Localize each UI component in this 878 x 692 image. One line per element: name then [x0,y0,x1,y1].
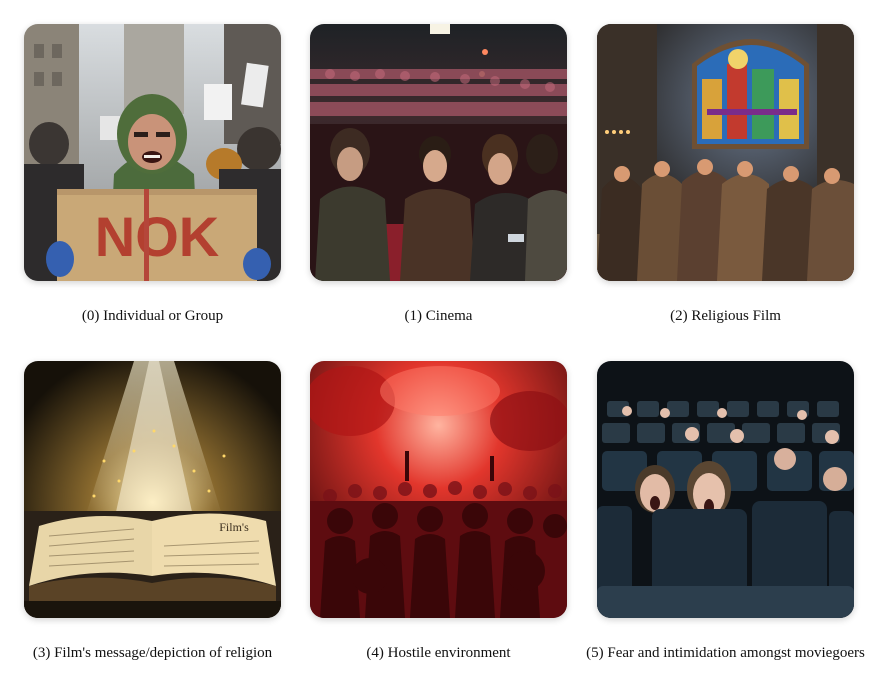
panel-0-image: NOK [24,24,281,281]
image-grid: NOK (0) Individual or Group (1) Cinema (… [0,0,878,692]
panel-5-image [597,361,854,618]
cinema-audience-image [310,24,567,281]
angry-protester-image: NOK [24,24,281,281]
panel-3-image: Film's [24,361,281,618]
stained-glass-congregation-image [597,24,854,281]
panel-4-image [310,361,567,618]
panel-2-image [597,24,854,281]
glowing-open-book-image: Film's [24,361,281,618]
panel-3-caption: (3) Film's message/depiction of religion [32,645,273,661]
panel-4-caption: (4) Hostile environment [366,645,511,661]
panel-5-caption: (5) Fear and intimidation amongst movieg… [586,645,865,661]
panel-1-image [310,24,567,281]
frightened-moviegoers-image [597,361,854,618]
red-smoke-crowd-image [310,361,567,618]
panel-1-caption: (1) Cinema [404,308,473,324]
panel-2-caption: (2) Religious Film [670,308,781,324]
panel-0-caption: (0) Individual or Group [81,308,224,324]
protest-sign-text: NOK [95,205,219,268]
book-page-text: Film's [219,520,249,534]
